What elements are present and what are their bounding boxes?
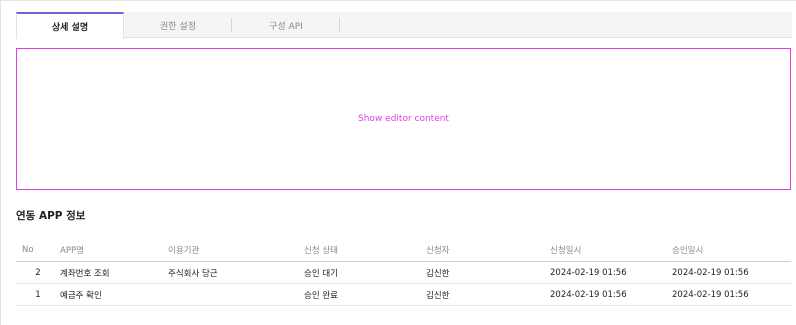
cell-approved-at: 2024-02-19 01:56 (672, 267, 749, 278)
header-approved-at: 승인일시 (672, 245, 704, 256)
cell-requested-at: 2024-02-19 01:56 (550, 267, 627, 278)
cell-app-name: 계좌번호 조회 (60, 268, 110, 279)
cell-applicant: 김신한 (426, 268, 450, 279)
cell-status: 승인 대기 (304, 268, 338, 279)
tab-detail-description[interactable]: 상세 설명 (16, 12, 124, 39)
tab-bar: 상세 설명 권한 설정 구성 API (16, 12, 792, 39)
table-row[interactable]: 2 계좌번호 조회 주식회사 당근 승인 대기 김신한 2024-02-19 0… (16, 262, 791, 284)
header-app-name: APP명 (60, 245, 84, 256)
header-organization: 이용기관 (168, 245, 200, 256)
header-no: No (22, 244, 34, 255)
header-requested-at: 신청일시 (550, 245, 582, 256)
table-header-row: No APP명 이용기관 신청 상태 신청자 신청일시 승인일시 (16, 238, 791, 262)
tab-permission-settings[interactable]: 권한 설정 (124, 12, 232, 38)
cell-requested-at: 2024-02-19 01:56 (550, 289, 627, 300)
cell-no: 2 (35, 267, 41, 278)
cell-organization: 주식회사 당근 (168, 268, 218, 279)
section-title: 연동 APP 정보 (16, 210, 86, 222)
tab-label: 구성 API (269, 21, 303, 32)
tab-composed-api[interactable]: 구성 API (232, 12, 340, 38)
header-status: 신청 상태 (304, 245, 338, 256)
table-row[interactable]: 1 예금주 확인 승인 완료 김신한 2024-02-19 01:56 2024… (16, 284, 791, 306)
cell-no: 1 (35, 289, 41, 300)
tab-separator (339, 18, 340, 32)
cell-approved-at: 2024-02-19 01:56 (672, 289, 749, 300)
cell-status: 승인 완료 (304, 290, 338, 301)
tab-label: 상세 설명 (51, 23, 89, 33)
tab-label: 권한 설정 (160, 21, 196, 32)
editor-placeholder: Show editor content (358, 114, 449, 124)
editor-area[interactable]: Show editor content (16, 48, 791, 190)
header-applicant: 신청자 (426, 245, 450, 256)
frame-left-border (0, 0, 1, 325)
cell-app-name: 예금주 확인 (60, 290, 102, 301)
linked-app-table: No APP명 이용기관 신청 상태 신청자 신청일시 승인일시 2 계좌번호 … (16, 238, 791, 306)
frame-top-border (0, 0, 796, 1)
cell-applicant: 김신한 (426, 290, 450, 301)
